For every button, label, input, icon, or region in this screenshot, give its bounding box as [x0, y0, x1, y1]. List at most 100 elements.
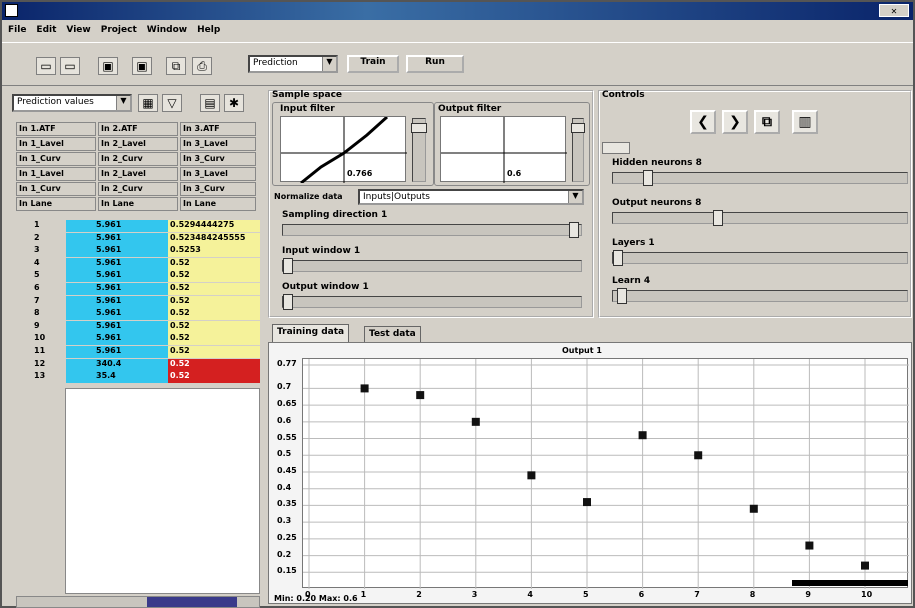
column-header-cell[interactable]: In 2_Lavel	[98, 167, 178, 181]
value-cell[interactable]: 5.961	[66, 270, 168, 283]
menu-view[interactable]: View	[66, 25, 90, 35]
column-header-cell[interactable]: In Lane	[16, 197, 96, 211]
slider-thumb[interactable]	[713, 210, 723, 226]
slider-thumb[interactable]	[411, 123, 427, 133]
table-row[interactable]: 12 340.4 0.52	[16, 358, 260, 371]
column-header-cell[interactable]: In 2_Lavel	[98, 137, 178, 151]
slider-thumb[interactable]	[569, 222, 579, 238]
column-header-cell[interactable]: In 2_Curv	[98, 182, 178, 196]
previous-icon[interactable]: ❮	[690, 110, 716, 134]
output-window-slider[interactable]	[282, 294, 582, 310]
column-header-cell[interactable]: In 1.ATF	[16, 122, 96, 136]
column-header-cell[interactable]: In 1_Curv	[16, 182, 96, 196]
table-row[interactable]: 7 5.961 0.52	[16, 295, 260, 308]
column-header-cell[interactable]: In 3_Lavel	[180, 137, 256, 151]
output-cell[interactable]: 0.52	[168, 346, 260, 358]
table-row[interactable]: 5 5.961 0.52	[16, 270, 260, 283]
column-header-cell[interactable]: In 2.ATF	[98, 122, 178, 136]
output-neurons-slider[interactable]	[612, 210, 908, 226]
scroll-thumb[interactable]	[147, 597, 237, 607]
value-cell[interactable]: 5.961	[66, 220, 168, 232]
output-cell[interactable]: 0.52	[168, 295, 260, 308]
train-button[interactable]: Train	[347, 55, 399, 73]
new-icon[interactable]: ▭	[36, 57, 56, 75]
table-row[interactable]: 8 5.961 0.52	[16, 308, 260, 321]
output-filter-slider[interactable]	[571, 118, 585, 182]
input-filter-plot[interactable]: 0.766	[280, 115, 407, 185]
table-row[interactable]: 4 5.961 0.52	[16, 257, 260, 270]
left-view-dropdown[interactable]: Prediction values ▼	[12, 94, 132, 112]
copy-icon[interactable]: ⧉	[166, 57, 186, 75]
menu-file[interactable]: File	[8, 25, 26, 35]
column-header-cell[interactable]: In 1_Lavel	[16, 137, 96, 151]
menu-project[interactable]: Project	[101, 25, 137, 35]
input-filter-slider[interactable]	[411, 118, 427, 182]
menu-window[interactable]: Window	[147, 25, 187, 35]
layers-slider[interactable]	[612, 250, 908, 266]
value-cell[interactable]: 5.961	[66, 245, 168, 258]
column-header-cell[interactable]: In 3_Curv	[180, 152, 256, 166]
slider-thumb[interactable]	[613, 250, 623, 266]
output-cell[interactable]: 0.52	[168, 270, 260, 283]
save-icon[interactable]: ▣	[98, 57, 118, 75]
column-header-cell[interactable]: In 1_Lavel	[16, 167, 96, 181]
value-cell[interactable]: 5.961	[66, 320, 168, 333]
table-row[interactable]: 3 5.961 0.5253	[16, 245, 260, 258]
output-cell[interactable]: 0.5253	[168, 245, 260, 258]
output-cell[interactable]: 0.52	[168, 257, 260, 270]
page-tab[interactable]	[602, 142, 630, 154]
slider-thumb[interactable]	[283, 258, 293, 274]
table-row[interactable]: 10 5.961 0.52	[16, 333, 260, 346]
open-icon[interactable]: ▭	[60, 57, 80, 75]
slider-thumb[interactable]	[617, 288, 627, 304]
print-icon[interactable]: ⎙	[192, 57, 212, 75]
grid-icon[interactable]: ▦	[138, 94, 158, 112]
table-row[interactable]: 6 5.961 0.52	[16, 283, 260, 295]
output-cell[interactable]: 0.52	[168, 320, 260, 333]
data-point[interactable]	[416, 391, 425, 400]
close-button[interactable]: ✕	[879, 4, 909, 17]
value-cell[interactable]: 5.961	[66, 283, 168, 295]
slider-thumb[interactable]	[643, 170, 653, 186]
table-row[interactable]: 13 35.4 0.52	[16, 371, 260, 384]
data-point[interactable]	[638, 431, 647, 440]
data-point[interactable]	[805, 541, 814, 550]
table-row[interactable]: 11 5.961 0.52	[16, 346, 260, 358]
output-cell[interactable]: 0.5294444275	[168, 220, 260, 232]
table-row[interactable]: 2 5.961 0.523484245555	[16, 232, 260, 245]
data-point[interactable]	[861, 561, 869, 570]
value-cell[interactable]: 5.961	[66, 257, 168, 270]
column-header-cell[interactable]: In 3_Lavel	[180, 167, 256, 181]
copy-view-icon[interactable]: ⧉	[754, 110, 780, 134]
data-point[interactable]	[360, 384, 369, 393]
sampling-direction-slider[interactable]	[282, 222, 582, 238]
menu-help[interactable]: Help	[197, 25, 220, 35]
value-cell[interactable]: 5.961	[66, 308, 168, 321]
value-cell[interactable]: 5.961	[66, 295, 168, 308]
filter-icon[interactable]: ▽	[162, 94, 182, 112]
table-icon[interactable]: ▤	[200, 94, 220, 112]
run-button[interactable]: Run	[406, 55, 464, 73]
data-point[interactable]	[694, 451, 703, 460]
input-window-slider[interactable]	[282, 258, 582, 274]
hidden-neurons-slider[interactable]	[612, 170, 908, 186]
data-point[interactable]	[471, 417, 480, 426]
column-header-cell[interactable]: In Lane	[180, 197, 256, 211]
column-header-cell[interactable]: In 3_Curv	[180, 182, 256, 196]
value-cell[interactable]: 35.4	[66, 371, 168, 384]
next-icon[interactable]: ❯	[722, 110, 748, 134]
column-header-cell[interactable]: In Lane	[98, 197, 178, 211]
layers-icon[interactable]: ▥	[792, 110, 818, 134]
value-cell[interactable]: 5.961	[66, 232, 168, 245]
output-cell[interactable]: 0.523484245555	[168, 232, 260, 245]
slider-thumb[interactable]	[283, 294, 293, 310]
output-cell[interactable]: 0.52	[168, 358, 260, 371]
menu-edit[interactable]: Edit	[36, 25, 56, 35]
column-header-cell[interactable]: In 1_Curv	[16, 152, 96, 166]
value-cell[interactable]: 5.961	[66, 346, 168, 358]
output-filter-plot[interactable]: 0.6	[440, 116, 567, 183]
output-cell[interactable]: 0.52	[168, 283, 260, 295]
learn-slider[interactable]	[612, 288, 908, 304]
data-point[interactable]	[583, 498, 591, 507]
normalize-dropdown[interactable]: Inputs|Outputs ▼	[358, 189, 584, 205]
